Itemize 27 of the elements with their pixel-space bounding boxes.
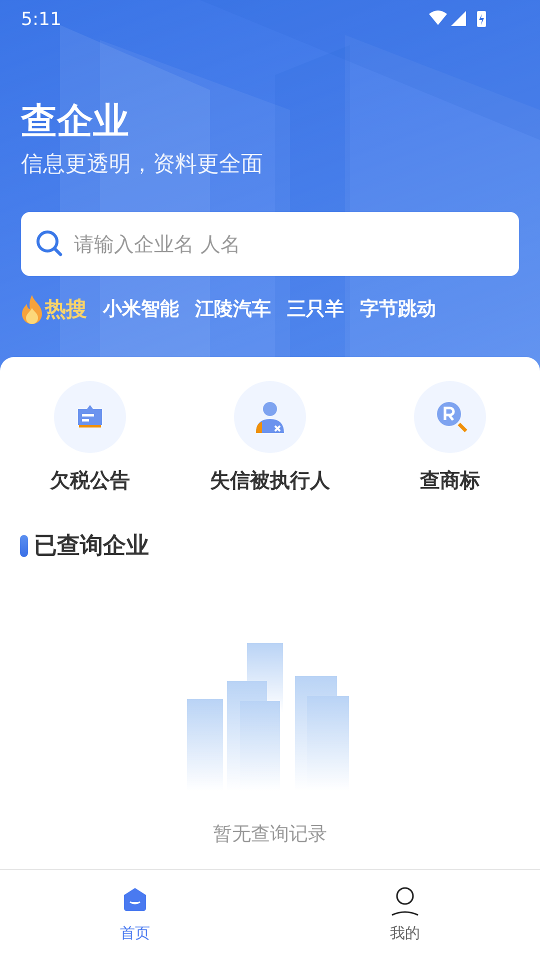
- wifi-icon: [429, 10, 447, 25]
- nav-tab[interactable]: 首页: [0, 870, 270, 960]
- page-subtitle: 信息更透明，资料更全面: [21, 151, 264, 179]
- battery-icon: [477, 11, 486, 27]
- trademark-search-icon: [437, 402, 468, 432]
- person-icon: [392, 887, 418, 916]
- status-time: 5:11: [21, 8, 62, 30]
- flame-icon: [21, 294, 43, 324]
- section-title: 已查询企业: [34, 532, 149, 561]
- nav-tab[interactable]: 我的: [270, 870, 540, 960]
- search-field[interactable]: 请输入企业名 人名: [21, 212, 519, 276]
- section-marker: [20, 534, 28, 556]
- folder-icon: [78, 405, 102, 428]
- quick-action-button[interactable]: 欠税公告: [0, 381, 180, 494]
- hot-search-term[interactable]: 三只羊: [287, 296, 344, 322]
- page-title: 查企业: [21, 100, 130, 144]
- quick-action-button[interactable]: 查商标: [360, 381, 540, 494]
- hot-search-label: 热搜: [45, 296, 87, 323]
- home-icon: [124, 888, 146, 911]
- empty-state-text: 暂无查询记录: [213, 822, 327, 847]
- signal-icon: [451, 11, 466, 26]
- hot-search-term[interactable]: 小米智能: [103, 296, 179, 322]
- quick-action-button[interactable]: 失信被执行人: [180, 381, 360, 494]
- hot-search-term[interactable]: 江陵汽车: [195, 296, 271, 322]
- person-block-icon: [256, 402, 284, 433]
- hot-search-term[interactable]: 字节跳动: [360, 296, 436, 322]
- search-icon: [35, 229, 65, 259]
